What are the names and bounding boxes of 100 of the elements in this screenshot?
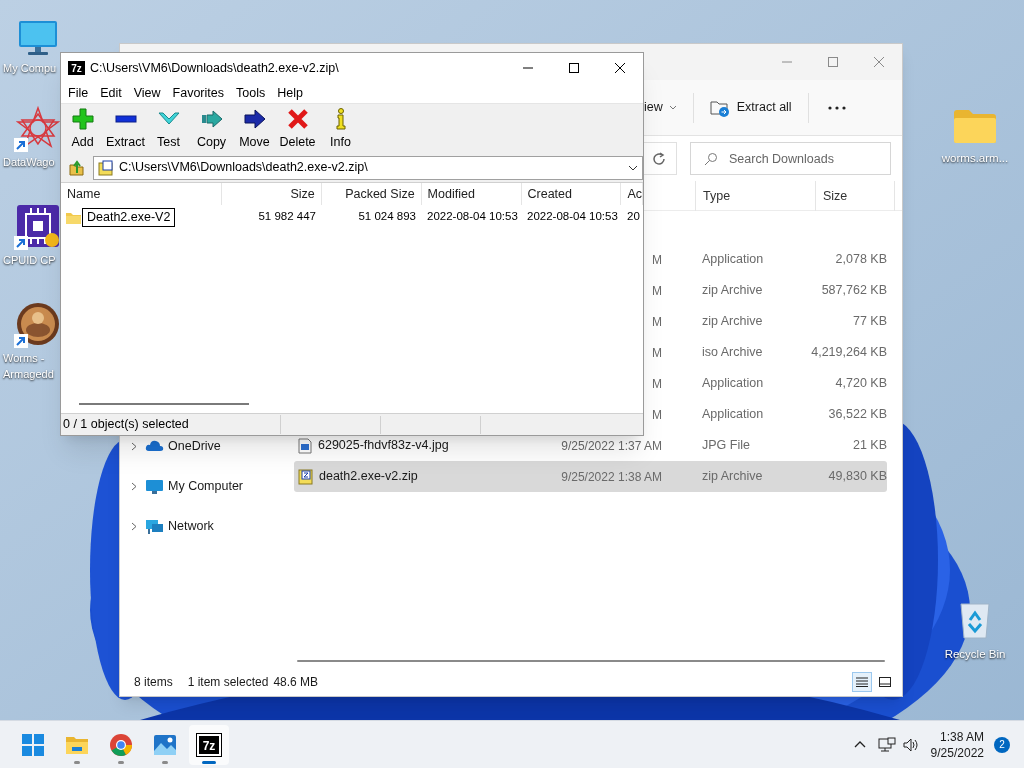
archive-file-icon (98, 159, 114, 176)
archive-file-icon (298, 468, 313, 485)
x-icon (286, 107, 309, 130)
view-menu-button[interactable]: iew (641, 91, 683, 124)
table-cell-text: 2022-08-04 10:53 (427, 209, 518, 225)
file-size: 2,078 KB (834, 251, 887, 269)
app-logo: 7z (197, 733, 221, 756)
column-header[interactable]: Modified (421, 183, 522, 205)
table-cell-text: 51 982 447 (258, 209, 316, 225)
column-header[interactable]: Type (695, 180, 815, 211)
close-icon (614, 62, 626, 74)
chevron-right-icon (131, 521, 137, 531)
file-date: M (651, 282, 662, 300)
details-view-button[interactable] (852, 672, 872, 692)
toolbar-button[interactable]: Add (61, 105, 104, 154)
browser-icon (109, 732, 133, 757)
file-size: 49,830 KB (827, 468, 887, 486)
toolbar-button[interactable]: Extract (104, 105, 147, 154)
status-text: 1 item selected (187, 674, 269, 691)
file-date: 9/25/2022 1:37 AM (560, 437, 662, 455)
round-emblem-icon (16, 302, 60, 346)
list-icon (856, 677, 868, 687)
toolbar-button[interactable]: Delete (276, 105, 319, 154)
file-size: 77 KB (851, 313, 887, 331)
rename-field[interactable]: Death2.exe-V2 (82, 207, 175, 227)
file-date: 9/25/2022 1:38 AM (560, 468, 662, 486)
clock-date[interactable]: 9/25/2022 (930, 744, 984, 761)
file-type: Application (702, 375, 765, 393)
arrow-right-icon (200, 107, 223, 130)
status-text: 48.6 MB (273, 674, 319, 691)
chevron-down-icon (628, 164, 638, 171)
more-icon (827, 105, 846, 110)
file-type: JPG File (702, 437, 751, 455)
file-type: iso Archive (702, 344, 764, 362)
image-file-icon (298, 437, 312, 454)
address-field[interactable]: C:\Users\VM6\Downloads\death2.exe-v2.zip\ (93, 155, 643, 180)
file-type: Application (702, 406, 765, 424)
menu-item[interactable]: View (127, 83, 167, 103)
column-header[interactable]: Name (61, 183, 222, 205)
start-icon (21, 732, 45, 757)
menu-item[interactable]: Help (271, 83, 309, 103)
menu-item[interactable]: File (62, 83, 95, 103)
chevron-up-icon (853, 741, 866, 748)
toolbar-button[interactable]: Test (147, 105, 190, 154)
file-date: M (651, 375, 662, 393)
chip-icon (16, 204, 60, 248)
scrollbar-thumb[interactable] (79, 403, 249, 405)
table-cell-text: 51 024 893 (358, 209, 416, 225)
column-header[interactable]: Created (521, 183, 622, 205)
column-header[interactable]: Packed Size (321, 183, 422, 205)
file-date: M (651, 344, 662, 362)
chevron-down-icon (668, 104, 677, 111)
tile-icon (879, 677, 891, 687)
toolbar-button[interactable]: Info (319, 105, 362, 154)
toolbar-button[interactable]: Move (233, 105, 276, 154)
app-logo: 7z (68, 61, 85, 75)
menu-item[interactable]: Tools (230, 83, 272, 103)
chevron-right-icon (131, 481, 137, 491)
search-field[interactable]: Search Downloads (690, 142, 891, 175)
volume-icon[interactable] (902, 737, 919, 752)
column-header[interactable]: Size (815, 180, 895, 211)
file-name: 629025-fhdvf83z-v4.jpg (318, 437, 449, 455)
recycle-bin-icon (958, 600, 992, 640)
network-icon (145, 517, 164, 535)
toolbar-button[interactable]: Copy (190, 105, 233, 154)
column-header[interactable]: Size (221, 183, 322, 205)
status-text: 0 / 1 object(s) selected (61, 415, 281, 434)
column-header[interactable]: Ac (621, 183, 643, 205)
notification-badge[interactable]: 2 (994, 736, 1010, 753)
sidebar-item[interactable]: My Computer (120, 466, 279, 506)
network-icon[interactable] (877, 736, 896, 753)
sidebar-item[interactable]: Network (120, 506, 279, 546)
file-date: M (651, 251, 662, 269)
monitor-icon (145, 477, 164, 495)
search-icon (704, 152, 718, 166)
file-size: 36,522 KB (827, 406, 887, 424)
clock-time[interactable]: 1:38 AM (939, 728, 984, 745)
file-date: M (651, 313, 662, 331)
folder-extract-icon (709, 98, 730, 117)
refresh-icon (652, 151, 666, 166)
menu-item[interactable]: Favorites (166, 83, 230, 103)
extract-all-button[interactable]: Extract all (703, 91, 798, 124)
file-row[interactable]: death2.exe-v2.zip 9/25/2022 1:38 AM zip Archive 49,830 KB (294, 461, 887, 492)
plus-icon (71, 107, 94, 130)
file-type: zip Archive (702, 282, 764, 300)
folder-up-icon (69, 159, 85, 176)
scrollbar-thumb[interactable] (297, 660, 885, 662)
file-date: M (651, 406, 662, 424)
maximize-icon (568, 62, 580, 74)
file-size: 21 KB (851, 437, 887, 455)
file-size: 587,762 KB (820, 282, 887, 300)
taskbar-button[interactable]: 7z (189, 724, 229, 765)
menu-item[interactable]: Edit (94, 83, 128, 103)
file-type: zip Archive (702, 313, 764, 331)
maximize-icon (827, 56, 839, 68)
star-pattern-icon (16, 106, 60, 150)
arrow-right-icon (243, 107, 266, 130)
table-cell-text: 2022-08-04 10:53 (527, 209, 618, 225)
active-indicator (202, 760, 216, 764)
folder-icon (66, 210, 81, 224)
